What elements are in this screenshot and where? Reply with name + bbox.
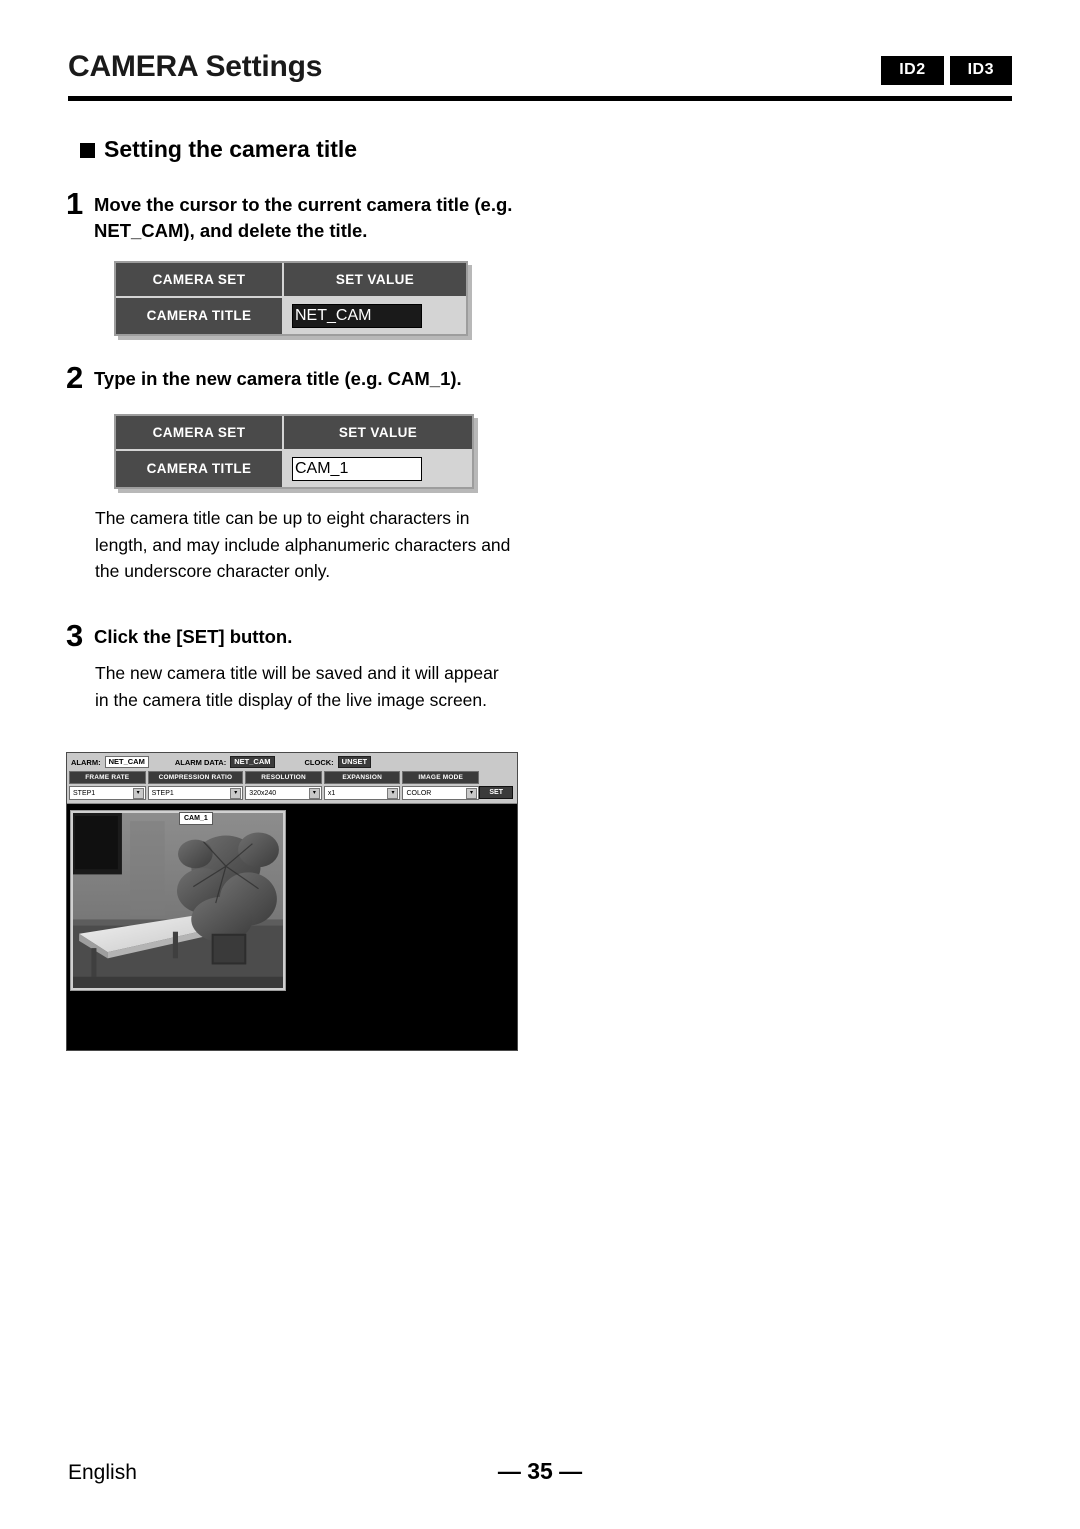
table-header-row: CAMERA SET SET VALUE [116,263,466,296]
page-title: CAMERA Settings [68,50,323,83]
step-2: 2 Type in the new camera title (e.g. CAM… [66,362,536,393]
live-image-screen: ALARM: NET_CAM ALARM DATA: NET_CAM CLOCK… [66,752,518,1051]
alarm-data-value: NET_CAM [230,756,275,768]
camera-title-input-1[interactable]: NET_CAM [292,304,422,328]
chevron-down-icon: ▾ [308,787,320,799]
camera-image [73,813,283,988]
image-mode-value: COLOR [406,789,432,797]
table-header-camera-set: CAMERA SET [116,263,284,296]
row-label-camera-title: CAMERA TITLE [116,296,284,334]
compression-ratio-value: STEP1 [151,789,174,797]
table-header-set-value: SET VALUE [284,416,472,449]
table-row: CAMERA TITLE CAM_1 [116,449,472,487]
camera-image-svg [73,813,283,988]
clock-value: UNSET [337,756,372,768]
camera-set-table-1: CAMERA SET SET VALUE CAMERA TITLE NET_CA… [114,261,468,336]
control-image-mode-label: IMAGE MODE [402,771,480,784]
square-bullet-icon [80,143,95,158]
paragraph-title-rules: The camera title can be up to eight char… [95,508,511,582]
expansion-value: x1 [327,789,336,797]
camera-title-input-2[interactable]: CAM_1 [292,457,422,481]
table-header-row: CAMERA SET SET VALUE [116,416,472,449]
live-screen-status-bar: ALARM: NET_CAM ALARM DATA: NET_CAM CLOCK… [67,753,517,769]
row-label-camera-title: CAMERA TITLE [116,449,284,487]
live-video-area: CAM_1 [67,804,517,1050]
control-frame-rate-label: FRAME RATE [69,771,146,784]
video-frame [70,810,286,991]
control-compression-ratio: COMPRESSION RATIO STEP1 ▾ [147,771,244,800]
live-screen-controls: FRAME RATE STEP1 ▾ COMPRESSION RATIO STE… [69,771,515,800]
control-resolution: RESOLUTION 320x240 ▾ [245,771,322,800]
step-3: 3 Click the [SET] button. [66,620,536,651]
camera-title-overlay: CAM_1 [179,812,213,825]
expansion-select[interactable]: x1 ▾ [323,786,401,800]
table-header-set-value: SET VALUE [284,263,466,296]
id-badge-group: ID2 ID3 [881,56,1012,85]
id-badge-id2: ID2 [881,56,944,85]
control-image-mode: IMAGE MODE COLOR ▾ [402,771,480,800]
section-heading: Setting the camera title [80,136,357,163]
control-expansion: EXPANSION x1 ▾ [323,771,401,800]
control-frame-rate: FRAME RATE STEP1 ▾ [69,771,146,800]
frame-rate-value: STEP1 [73,789,96,797]
live-screen-toolbar: ALARM: NET_CAM ALARM DATA: NET_CAM CLOCK… [67,753,517,804]
id-badge-id3: ID3 [949,56,1012,85]
alarm-data-label: ALARM DATA: [174,757,227,767]
set-button[interactable]: SET [479,786,513,799]
alarm-value: NET_CAM [104,756,149,768]
paragraph-set-result: The new camera title will be saved and i… [95,663,499,710]
step-2-number: 2 [66,360,84,395]
footer-page-number: — 35 — [497,1458,583,1484]
step-2-text: Type in the new camera title (e.g. CAM_1… [94,368,462,389]
page-header: CAMERA Settings ID2 ID3 [68,50,1012,85]
step-3-text: Click the [SET] button. [94,626,293,647]
frame-rate-select[interactable]: STEP1 ▾ [69,786,146,800]
step-1-number: 1 [66,186,84,221]
chevron-down-icon: ▾ [387,787,399,799]
resolution-value: 320x240 [249,789,277,797]
header-divider [68,96,1012,101]
alarm-label: ALARM: [71,757,101,767]
chevron-down-icon: ▾ [230,787,242,799]
image-mode-select[interactable]: COLOR ▾ [402,786,480,800]
row-value-cell: CAM_1 [284,449,472,487]
camera-set-table-2: CAMERA SET SET VALUE CAMERA TITLE CAM_1 [114,414,474,489]
control-compression-ratio-label: COMPRESSION RATIO [147,771,244,784]
chevron-down-icon: ▾ [132,787,144,799]
section-heading-label: Setting the camera title [104,136,358,162]
step-1-text: Move the cursor to the current camera ti… [94,194,513,242]
table-header-camera-set: CAMERA SET [116,416,284,449]
step-3-number: 3 [66,618,84,653]
table-row: CAMERA TITLE NET_CAM [116,296,466,334]
compression-ratio-select[interactable]: STEP1 ▾ [147,786,244,800]
step-1: 1 Move the cursor to the current camera … [66,188,536,245]
control-resolution-label: RESOLUTION [245,771,322,784]
chevron-down-icon: ▾ [466,787,478,799]
clock-label: CLOCK: [304,757,334,767]
row-value-cell: NET_CAM [284,296,466,334]
control-expansion-label: EXPANSION [323,771,401,784]
resolution-select[interactable]: 320x240 ▾ [245,786,322,800]
